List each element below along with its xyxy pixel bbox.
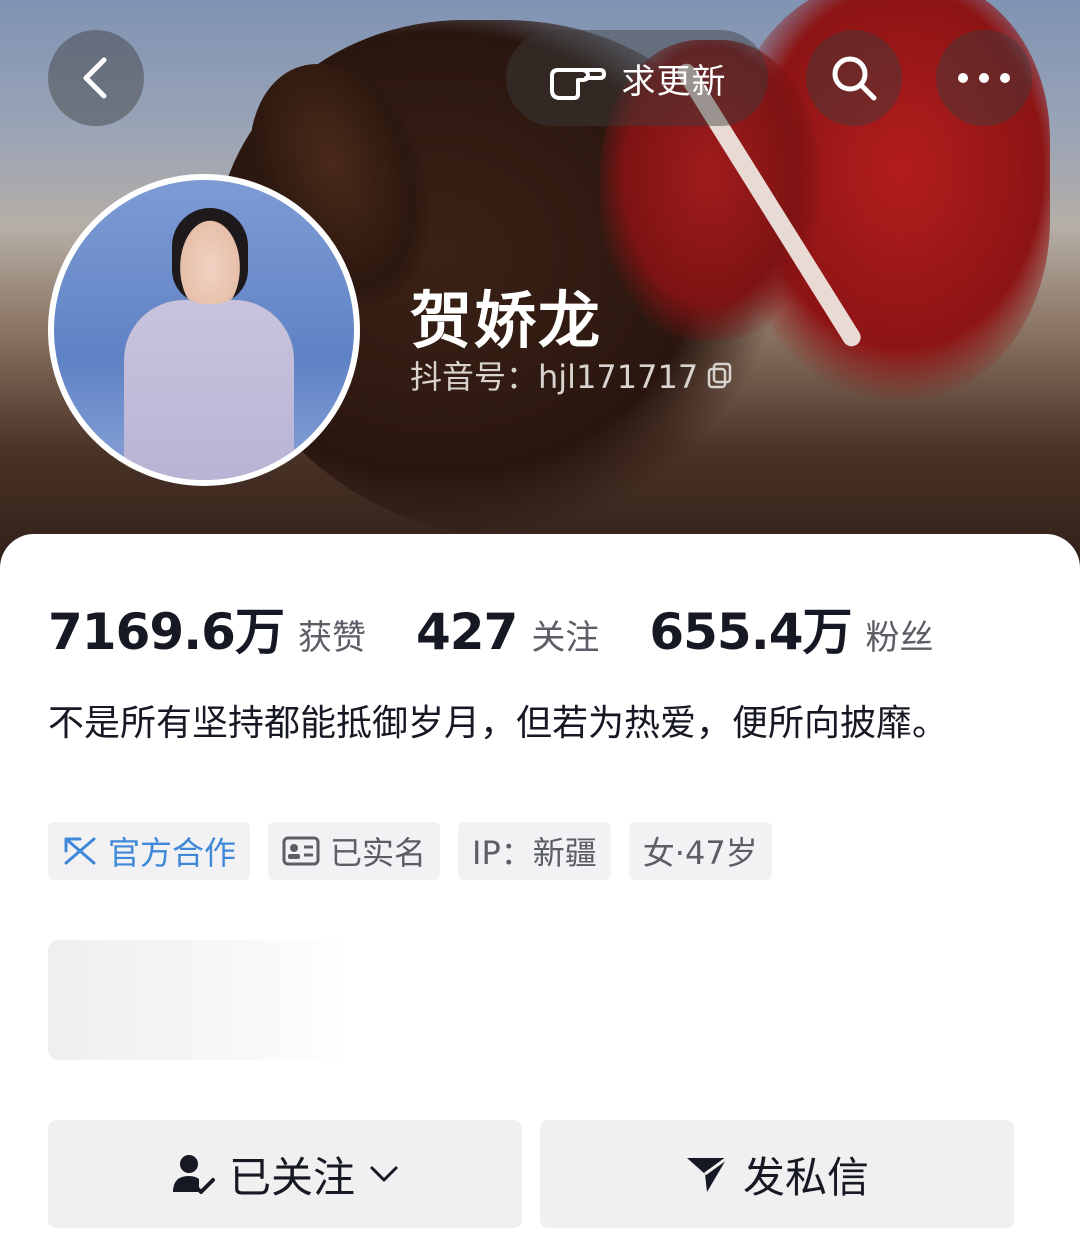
verified-tag: 已实名 [268, 822, 441, 880]
ip-location-tag: IP：新疆 [458, 822, 611, 880]
id-card-icon [282, 836, 320, 866]
likes-stat: 7169.6万 获赞 [48, 592, 366, 664]
profile-stats: 7169.6万 获赞 427 关注 655.4万 粉丝 [48, 592, 983, 664]
likes-count: 7169.6万 [48, 603, 285, 661]
send-message-button[interactable]: 发私信 [540, 1120, 1014, 1228]
douyin-id-text: 抖音号：hjl171717 [410, 358, 699, 396]
official-collab-label: 官方合作 [108, 834, 237, 872]
search-button[interactable] [806, 30, 902, 126]
send-icon [686, 1156, 728, 1192]
request-update-button[interactable]: 求更新 [506, 30, 768, 126]
following-button-label: 已关注 [228, 1152, 355, 1202]
avatar-head-shape [172, 208, 248, 304]
back-chevron-icon [83, 57, 107, 99]
request-update-label: 求更新 [621, 61, 727, 102]
profile-tags: 官方合作 已实名 IP：新疆 女·47岁 [48, 822, 772, 880]
chevron-down-icon [370, 1166, 398, 1182]
send-message-label: 发私信 [742, 1152, 869, 1202]
followers-count: 655.4万 [649, 603, 852, 661]
gender-age-tag: 女·47岁 [628, 822, 772, 880]
search-icon [832, 56, 877, 101]
official-collab-tag[interactable]: 官方合作 [48, 822, 251, 880]
more-dots-icon [958, 73, 1010, 83]
pointing-hand-icon [549, 68, 606, 100]
copy-icon [707, 362, 732, 389]
following-count: 427 [415, 603, 518, 661]
more-button[interactable] [936, 30, 1032, 126]
back-button[interactable] [48, 30, 144, 126]
avatar[interactable] [48, 174, 360, 486]
verified-label: 已实名 [330, 834, 427, 872]
following-button[interactable]: 已关注 [48, 1120, 522, 1228]
profile-bio: 不是所有坚持都能抵御岁月，但若为热爱，便所向披靡。 [48, 703, 949, 744]
following-label: 关注 [531, 618, 600, 658]
loading-placeholder [48, 940, 348, 1060]
official-collab-icon [64, 837, 96, 865]
profile-name: 贺娇龙 [410, 284, 603, 357]
followers-label: 粉丝 [865, 618, 934, 658]
avatar-body-shape [124, 300, 294, 480]
likes-label: 获赞 [297, 618, 366, 658]
user-check-icon [172, 1155, 215, 1194]
ip-location-label: IP：新疆 [472, 834, 597, 872]
followers-stat[interactable]: 655.4万 粉丝 [649, 592, 933, 664]
following-stat[interactable]: 427 关注 [416, 603, 599, 661]
douyin-id-row[interactable]: 抖音号：hjl171717 [410, 352, 734, 398]
gender-age-label: 女·47岁 [642, 834, 758, 872]
